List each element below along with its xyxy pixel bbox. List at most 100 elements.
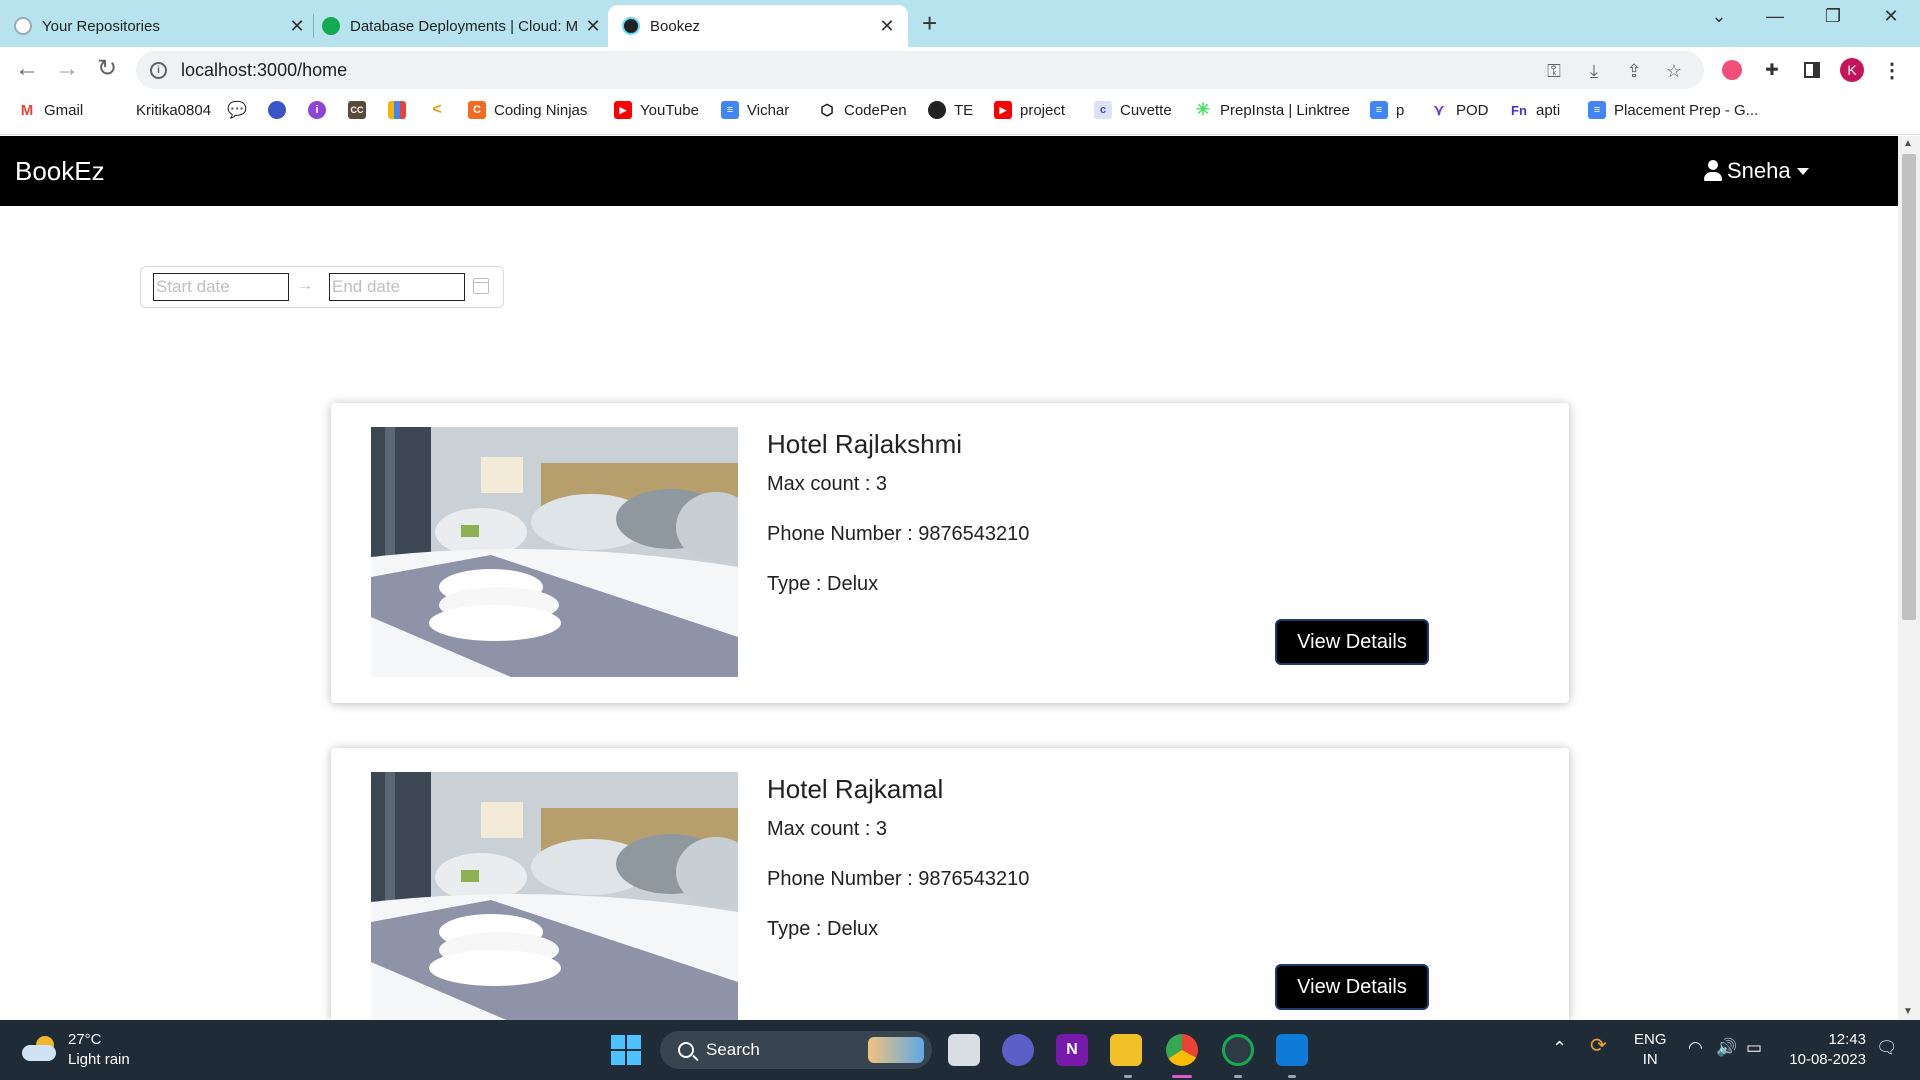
tab-strip: Your Repositories ✕ Database Deployments… [0, 0, 1920, 47]
bookmark-cc[interactable]: CC [348, 101, 374, 119]
key-icon[interactable]: ⚿ [1542, 61, 1566, 82]
task-view-icon[interactable] [948, 1034, 980, 1066]
max-count: Max count : 3 [767, 473, 888, 495]
bookmark-apti[interactable]: Fn apti [1510, 101, 1560, 119]
clock[interactable]: 12:43 10-08-2023 [1786, 1030, 1866, 1070]
active-indicator [1172, 1075, 1192, 1078]
file-explorer-icon[interactable] [1110, 1034, 1142, 1066]
bookmark-label: Coding Ninjas [494, 101, 588, 119]
bookmark-chat[interactable]: 💬 [227, 101, 254, 119]
bookmark-kritika0804[interactable]: Kritika0804 [110, 101, 211, 119]
volume-icon[interactable]: 🔊 [1716, 1038, 1737, 1058]
bookmark-label: Placement Prep - G... [1614, 101, 1759, 119]
bookmark-prepinsta[interactable]: ✳ PrepInsta | Linktree [1194, 100, 1350, 119]
wifi-icon[interactable]: ◠ [1688, 1038, 1703, 1058]
brand-logo[interactable]: BookEz [15, 156, 105, 187]
running-indicator [1288, 1075, 1296, 1078]
bookmark-youtube[interactable]: ▶ YouTube [614, 101, 699, 119]
bookmark-coding-ninjas[interactable]: C Coding Ninjas [468, 101, 587, 119]
menu-icon[interactable]: ⋮ [1880, 58, 1904, 82]
site-info-icon[interactable]: i [150, 61, 167, 79]
windows-start-icon[interactable] [611, 1035, 641, 1065]
view-details-button[interactable]: View Details [1275, 964, 1429, 1010]
new-tab-icon[interactable]: + [922, 8, 937, 39]
hotel-room-image [371, 772, 738, 1020]
extension-t-icon[interactable] [1720, 58, 1744, 82]
bookmark-project[interactable]: ▶ project [994, 101, 1065, 119]
notification-icon[interactable]: 🗨 [1876, 1038, 1898, 1058]
language-indicator[interactable]: ENG IN [1634, 1030, 1667, 1070]
tab-bookez[interactable]: Bookez ✕ [608, 5, 908, 47]
url-text[interactable]: localhost:3000/home [181, 60, 347, 81]
sync-icon[interactable]: ⟳ [1590, 1036, 1607, 1056]
bar-chart-icon [388, 101, 406, 119]
bookmark-cuvette[interactable]: c Cuvette [1094, 101, 1172, 119]
phone-number: Phone Number : 9876543210 [767, 523, 1030, 545]
close-icon[interactable]: ✕ [582, 16, 604, 37]
close-icon[interactable]: ✕ [286, 16, 308, 37]
address-bar[interactable]: i localhost:3000/home ⚿ ⤓ ⇪ ☆ [136, 51, 1704, 89]
chrome-icon[interactable] [1166, 1034, 1198, 1066]
star-icon[interactable]: ☆ [1662, 61, 1686, 82]
restore-icon[interactable]: ❐ [1818, 6, 1848, 27]
install-icon[interactable]: ⤓ [1582, 61, 1606, 82]
bookmark-label: Gmail [44, 101, 84, 119]
github-icon [110, 101, 128, 119]
share-icon[interactable]: ⇪ [1622, 61, 1646, 82]
onenote-icon[interactable]: N [1056, 1034, 1088, 1066]
running-indicator [1124, 1075, 1132, 1078]
bookmark-vichar[interactable]: ≡ Vichar [721, 101, 789, 119]
forward-icon[interactable]: → [52, 55, 82, 83]
codepen-icon: ⬡ [818, 101, 836, 119]
close-icon[interactable]: ✕ [876, 16, 898, 37]
view-details-button[interactable]: View Details [1275, 619, 1429, 665]
scroll-down-icon[interactable]: ▼ [1903, 1006, 1913, 1017]
bookmark-440[interactable] [268, 101, 294, 119]
bookmark-pod[interactable]: ⋎ POD [1430, 101, 1489, 119]
tab-your-repositories[interactable]: Your Repositories ✕ [14, 5, 308, 47]
side-panel-icon[interactable] [1800, 58, 1824, 82]
bookmark-placement-prep[interactable]: ≡ Placement Prep - G... [1588, 101, 1758, 119]
weather-widget[interactable]: 27°C Light rain [22, 1030, 130, 1070]
youtube-icon: ▶ [614, 101, 632, 119]
bookmark-codepen[interactable]: ⬡ CodePen [818, 101, 907, 119]
bookmarks-bar: M Gmail Kritika0804 💬 i CC < C Coding Ni… [0, 91, 1920, 135]
teams-chat-icon[interactable] [1002, 1034, 1034, 1066]
bookmark-label: Kritika0804 [136, 101, 212, 119]
battery-icon[interactable]: ▭ [1746, 1038, 1762, 1058]
chevron-down-icon[interactable]: ⌄ [1704, 6, 1734, 27]
mongodb-icon [322, 17, 340, 35]
taskbar-search[interactable]: Search [660, 1031, 932, 1069]
profile-avatar[interactable]: K [1840, 58, 1864, 82]
vscode-icon[interactable] [1276, 1034, 1308, 1066]
bookmark-p[interactable]: ≡ p [1370, 101, 1404, 119]
scroll-thumb[interactable] [1902, 154, 1916, 620]
search-highlight-icon [868, 1037, 924, 1063]
page-scrollbar[interactable]: ▲ ▼ [1898, 136, 1920, 1020]
user-dropdown[interactable]: Sneha [1703, 158, 1809, 184]
mongodb-compass-icon[interactable] [1222, 1034, 1254, 1066]
start-date-input[interactable] [153, 273, 289, 301]
minimize-icon[interactable]: — [1760, 6, 1790, 27]
back-icon[interactable]: ← [12, 55, 42, 83]
end-date-input[interactable] [329, 273, 465, 301]
bookmark-label: YouTube [640, 101, 699, 119]
bookmark-leetcode[interactable]: < [428, 101, 454, 119]
calendar-icon[interactable] [473, 278, 489, 294]
reload-icon[interactable]: ↻ [92, 55, 122, 83]
docs-icon: ≡ [721, 101, 739, 119]
bookmark-te[interactable]: TE [928, 101, 973, 119]
close-window-icon[interactable]: ✕ [1876, 6, 1906, 27]
bookmark-gmail[interactable]: M Gmail [18, 101, 83, 119]
search-label: Search [706, 1040, 760, 1059]
date-range-picker[interactable]: → [140, 266, 504, 308]
bookmark-label: Vichar [747, 101, 790, 119]
bookmark-chart[interactable] [388, 101, 414, 119]
bookmark-purple[interactable]: i [308, 101, 334, 119]
chevron-up-icon[interactable]: ⌃ [1552, 1038, 1567, 1058]
bedroom-photo [371, 772, 738, 1020]
scroll-up-icon[interactable]: ▲ [1903, 138, 1913, 149]
puzzle-icon[interactable]: ✚ [1760, 58, 1784, 82]
tab-database-deployments[interactable]: Database Deployments | Cloud: M ✕ [322, 5, 604, 47]
youtube-icon: ▶ [994, 101, 1012, 119]
